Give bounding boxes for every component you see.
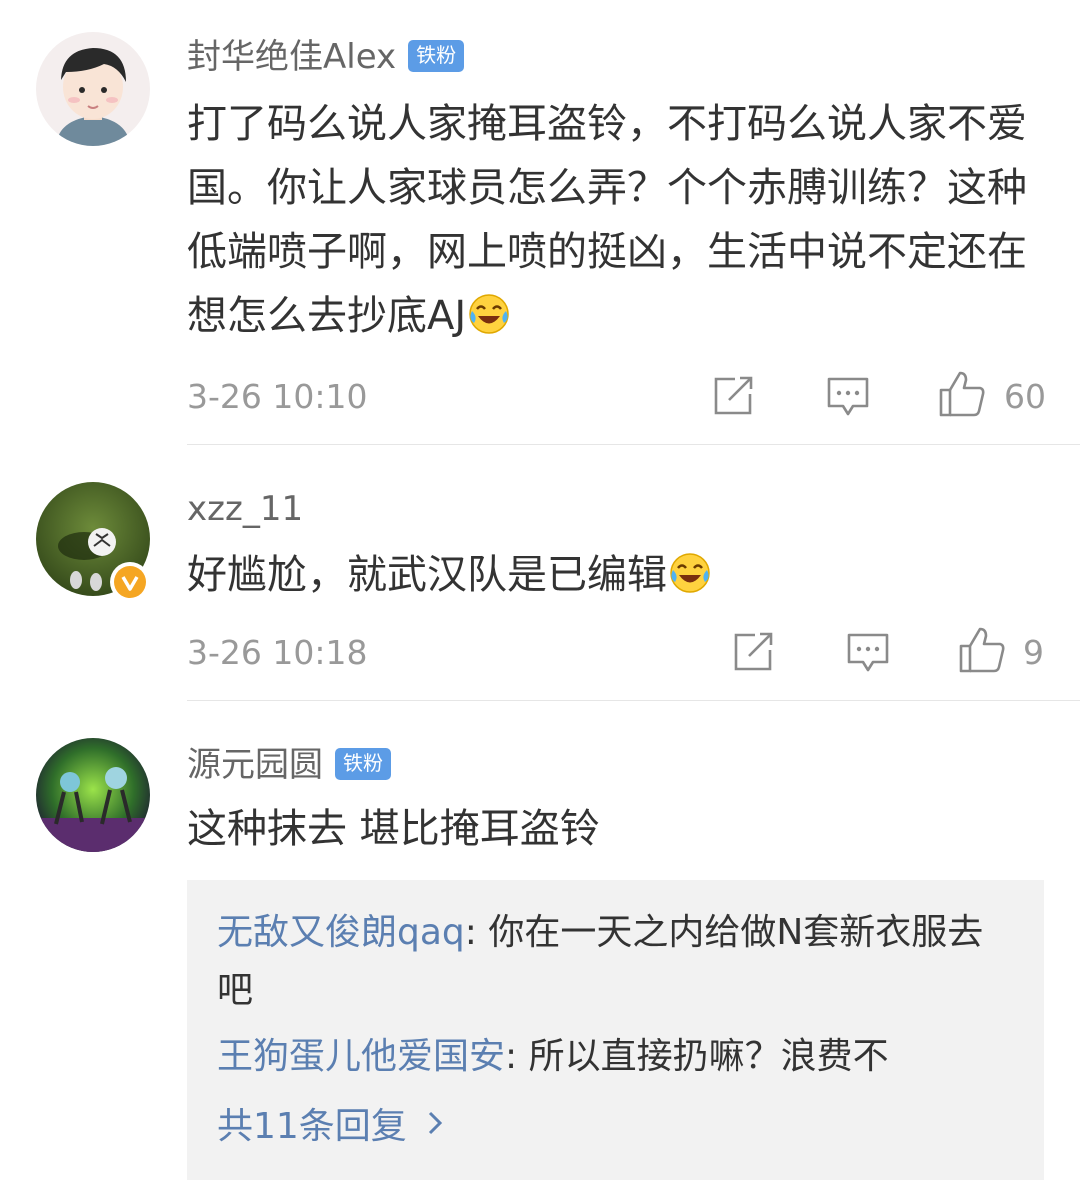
v-badge-icon (110, 562, 150, 602)
comment-text: 这种抹去 堪比掩耳盗铃 (187, 806, 600, 852)
fan-badge: 铁粉 (408, 40, 465, 72)
share-button[interactable] (733, 632, 775, 676)
comment-icon (847, 633, 889, 672)
laugh-cry-emoji (468, 290, 510, 334)
username[interactable]: 源元园圆 铁粉 (187, 743, 391, 787)
reply-preview-box[interactable]: 无敌又俊朗qaq: 你在一天之内给做N套新衣服去吧 王狗蛋儿他爱国安: 所以直接… (187, 880, 1044, 1180)
reply-item[interactable]: 无敌又俊朗qaq: 你在一天之内给做N套新衣服去吧 (217, 904, 1017, 1020)
reply-text: 所以直接扔嘛？浪费不 (528, 1036, 889, 1077)
comment-time: 3-26 10:18 (187, 633, 368, 672)
reply-username[interactable]: 王狗蛋儿他爱国安 (217, 1036, 505, 1077)
thumbs-up-icon (939, 371, 985, 417)
share-button[interactable] (713, 376, 755, 420)
comment-item: 封华绝佳Alex 铁粉 打了码么说人家掩耳盗铃，不打码么说人家不爱国。你让人家球员… (0, 0, 1080, 445)
comment-item: xzz_11 好尴尬，就武汉队是已编辑 3-26 10:18 9 (0, 445, 1080, 701)
like-button[interactable] (938, 370, 986, 422)
reply-item[interactable]: 王狗蛋儿他爱国安: 所以直接扔嘛？浪费不 (217, 1028, 1017, 1086)
comment-icon (827, 377, 869, 416)
reply-username[interactable]: 无敌又俊朗qaq (217, 912, 465, 953)
share-icon (734, 632, 773, 671)
avatar[interactable] (36, 32, 150, 146)
comment-button[interactable] (846, 632, 890, 678)
share-icon (714, 376, 753, 415)
chevron-right-icon (427, 1100, 443, 1150)
like-count: 9 (1023, 633, 1044, 672)
username[interactable]: xzz_11 (187, 487, 303, 531)
comment-button[interactable] (826, 376, 870, 422)
like-button[interactable] (958, 626, 1006, 678)
laugh-cry-emoji (669, 549, 711, 593)
thumbs-up-icon (959, 627, 1005, 673)
fan-badge: 铁粉 (335, 748, 391, 780)
comment-text: 打了码么说人家掩耳盗铃，不打码么说人家不爱国。你让人家球员怎么弄？个个赤膊训练？… (187, 101, 1027, 339)
avatar[interactable] (36, 738, 150, 852)
comment-time: 3-26 10:10 (187, 377, 368, 416)
more-replies-link[interactable]: 共11条回复 (217, 1100, 443, 1152)
username[interactable]: 封华绝佳Alex 铁粉 (187, 35, 465, 79)
comment-text: 好尴尬，就武汉队是已编辑 (187, 543, 1047, 607)
like-count: 60 (1004, 377, 1046, 416)
